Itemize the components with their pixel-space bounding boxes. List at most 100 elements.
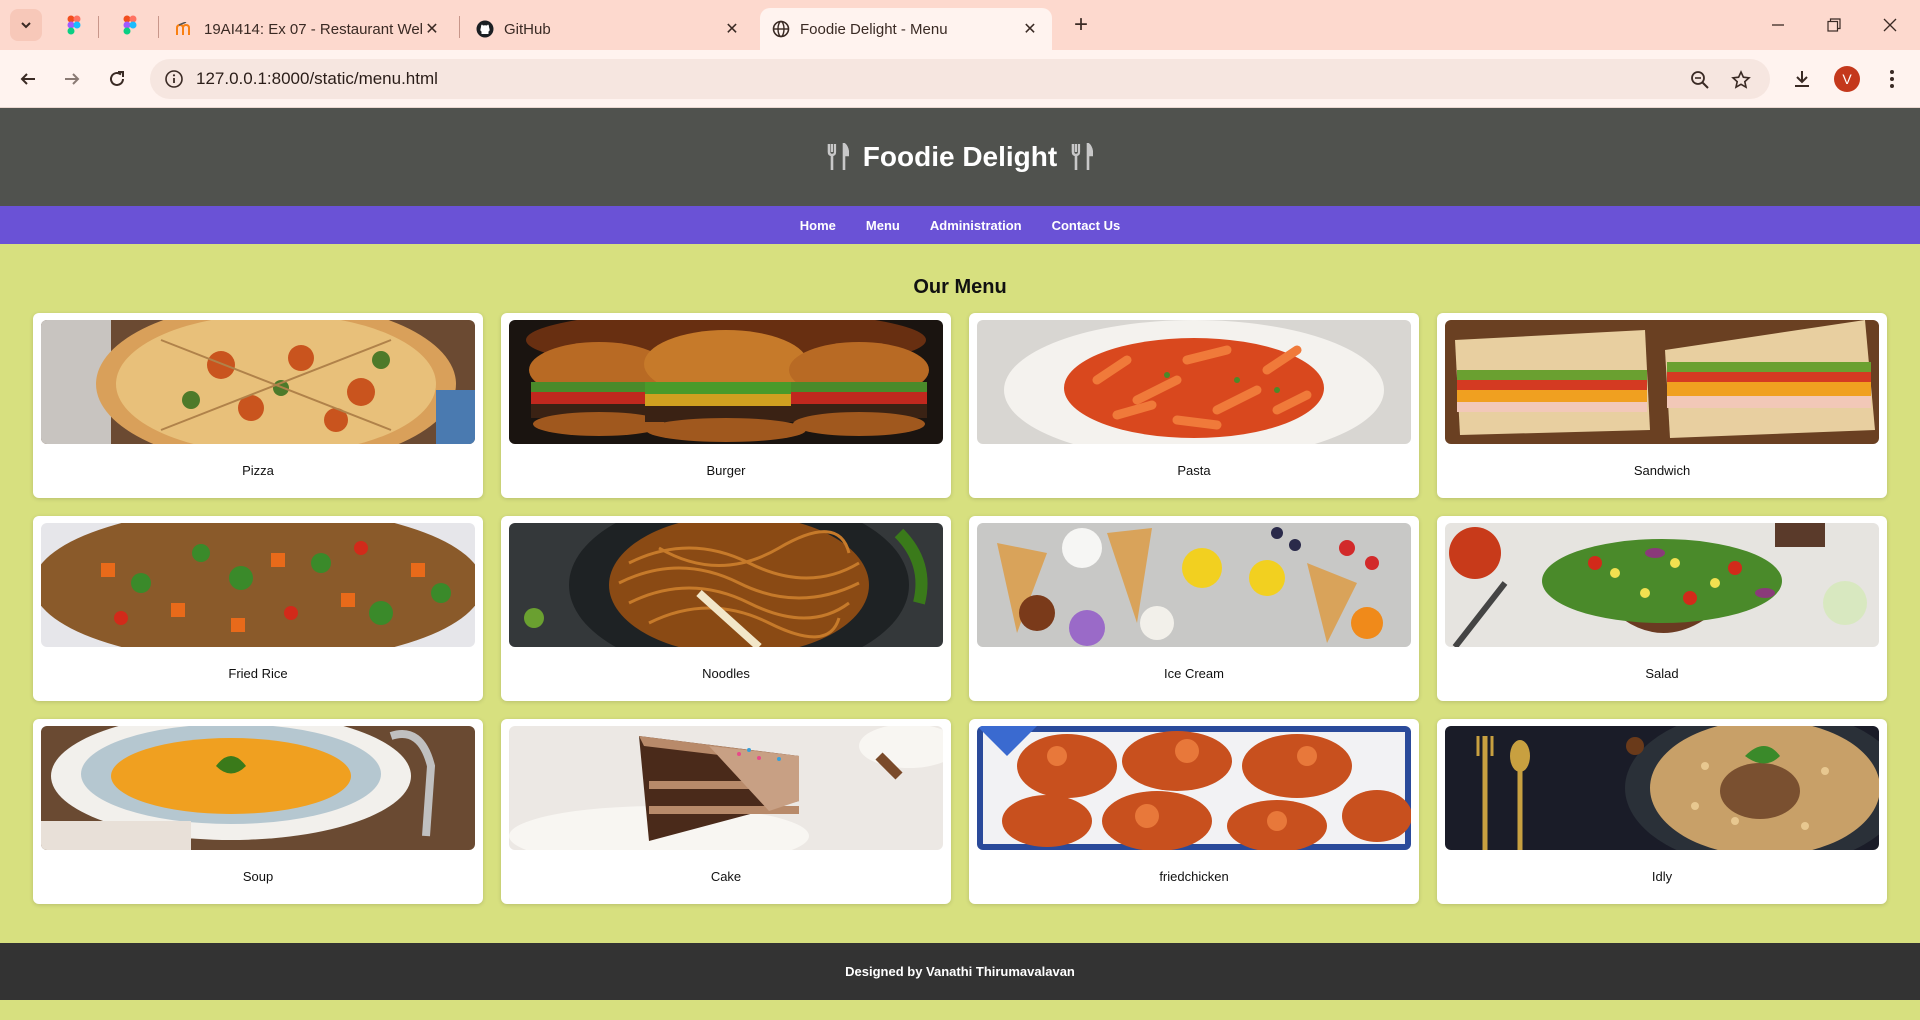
arrow-left-icon	[20, 73, 35, 85]
pizza-image	[41, 320, 475, 444]
site-title: Foodie Delight	[862, 141, 1058, 172]
browser-menu-button[interactable]	[1876, 63, 1908, 95]
restore-icon	[1827, 18, 1841, 32]
soup-image	[41, 726, 475, 850]
nav-link-contact-us[interactable]: Contact Us	[1037, 218, 1136, 233]
star-icon	[1731, 70, 1751, 89]
browser-tab-bar: 19AI414: Ex 07 - Restaurant Wel ✕ GitHub…	[0, 0, 1920, 50]
menu-card-ice-cream[interactable]: Ice Cream	[969, 516, 1419, 701]
item-name: Pasta	[1177, 463, 1211, 478]
fork-knife-icon	[1071, 143, 1094, 171]
main-nav: Home Menu Administration Contact Us	[0, 206, 1920, 244]
menu-card-salad[interactable]: Salad	[1437, 516, 1887, 701]
site-info-icon[interactable]	[164, 69, 184, 89]
item-name: Pizza	[242, 463, 274, 478]
menu-card-fried-rice[interactable]: Fried Rice	[33, 516, 483, 701]
profile-button[interactable]: V	[1831, 63, 1863, 95]
address-bar[interactable]: 127.0.0.1:8000/static/menu.html	[150, 59, 1770, 99]
zoom-out-icon	[1691, 71, 1709, 89]
reload-button[interactable]	[101, 63, 133, 95]
menu-card-friedchicken[interactable]: friedchicken	[969, 719, 1419, 904]
menu-card-burger[interactable]: Burger	[501, 313, 951, 498]
nav-link-administration[interactable]: Administration	[915, 218, 1037, 233]
bookmark-button[interactable]	[1730, 69, 1752, 91]
reload-icon	[110, 71, 124, 86]
menu-section: Our Menu Pizza Burger Pasta Sandwich Fri…	[0, 244, 1920, 904]
item-name: Salad	[1645, 666, 1679, 681]
item-name: Noodles	[702, 666, 750, 681]
browser-toolbar: 127.0.0.1:8000/static/menu.html V	[0, 50, 1920, 108]
item-name: Burger	[706, 463, 746, 478]
fork-knife-icon	[827, 143, 849, 171]
idly-image	[1445, 726, 1879, 850]
forward-button[interactable]	[56, 63, 88, 95]
item-name: friedchicken	[1159, 869, 1229, 884]
tab-moodle[interactable]: 19AI414: Ex 07 - Restaurant Wel ✕	[164, 8, 454, 50]
item-name: Cake	[710, 869, 742, 884]
close-icon[interactable]: ✕	[422, 19, 442, 39]
item-name: Idly	[1651, 869, 1673, 884]
menu-card-idly[interactable]: Idly	[1437, 719, 1887, 904]
download-icon	[1795, 71, 1809, 87]
item-name: Fried Rice	[228, 666, 288, 681]
item-name: Sandwich	[1633, 463, 1691, 478]
close-icon[interactable]: ✕	[722, 19, 742, 39]
nav-link-home[interactable]: Home	[785, 218, 851, 233]
new-tab-button[interactable]: +	[1066, 10, 1096, 40]
menu-card-cake[interactable]: Cake	[501, 719, 951, 904]
pinned-tab-figma-2[interactable]	[118, 13, 142, 37]
moodle-icon	[176, 20, 194, 38]
tab-github[interactable]: GitHub ✕	[464, 8, 754, 50]
pasta-image	[977, 320, 1411, 444]
chevron-down-icon	[21, 22, 31, 29]
menu-card-pizza[interactable]: Pizza	[33, 313, 483, 498]
noodles-image	[509, 523, 943, 647]
menu-card-noodles[interactable]: Noodles	[501, 516, 951, 701]
section-title: Our Menu	[913, 276, 1007, 298]
tab-title: GitHub	[504, 20, 551, 38]
site-header: Foodie Delight	[0, 108, 1920, 206]
figma-icon	[67, 15, 81, 35]
menu-card-pasta[interactable]: Pasta	[969, 313, 1419, 498]
tab-search-button[interactable]	[10, 9, 42, 41]
fried-rice-image	[41, 523, 475, 647]
profile-initial: V	[1842, 71, 1852, 87]
fried-chicken-image	[977, 726, 1411, 850]
item-name: Soup	[242, 869, 274, 884]
item-name: Ice Cream	[1164, 666, 1224, 681]
close-icon[interactable]: ✕	[1020, 19, 1040, 39]
globe-icon	[772, 20, 790, 38]
site-title-heading: Foodie Delight	[827, 141, 1094, 173]
github-icon	[476, 20, 494, 38]
minimize-icon	[1772, 24, 1784, 26]
menu-card-soup[interactable]: Soup	[33, 719, 483, 904]
page-bottom-strip	[0, 1000, 1920, 1020]
tab-foodie-delight-active[interactable]: Foodie Delight - Menu ✕	[760, 8, 1052, 50]
salad-image	[1445, 523, 1879, 647]
tab-title: Foodie Delight - Menu	[800, 20, 948, 38]
pinned-tab-figma-1[interactable]	[62, 13, 86, 37]
ice-cream-image	[977, 523, 1411, 647]
menu-grid: Pizza Burger Pasta Sandwich Fried Rice N…	[33, 313, 1889, 904]
burger-image	[509, 320, 943, 444]
close-window-button[interactable]	[1870, 8, 1910, 42]
tab-title: 19AI414: Ex 07 - Restaurant Wel	[204, 20, 422, 38]
zoom-button[interactable]	[1689, 69, 1711, 91]
arrow-right-icon	[65, 73, 80, 85]
close-icon	[1883, 18, 1897, 32]
plus-icon: +	[1073, 11, 1088, 38]
downloads-button[interactable]	[1786, 63, 1818, 95]
cake-image	[509, 726, 943, 850]
figma-icon	[123, 15, 137, 35]
more-vert-icon	[1890, 70, 1894, 88]
menu-card-sandwich[interactable]: Sandwich	[1437, 313, 1887, 498]
nav-link-menu[interactable]: Menu	[851, 218, 915, 233]
site-footer: Designed by Vanathi Thirumavalavan	[0, 943, 1920, 1000]
avatar: V	[1834, 66, 1860, 92]
back-button[interactable]	[12, 63, 44, 95]
restore-button[interactable]	[1814, 8, 1854, 42]
url-text: 127.0.0.1:8000/static/menu.html	[196, 69, 438, 88]
footer-credit: Designed by Vanathi Thirumavalavan	[845, 964, 1075, 979]
minimize-button[interactable]	[1758, 8, 1798, 42]
sandwich-image	[1445, 320, 1879, 444]
